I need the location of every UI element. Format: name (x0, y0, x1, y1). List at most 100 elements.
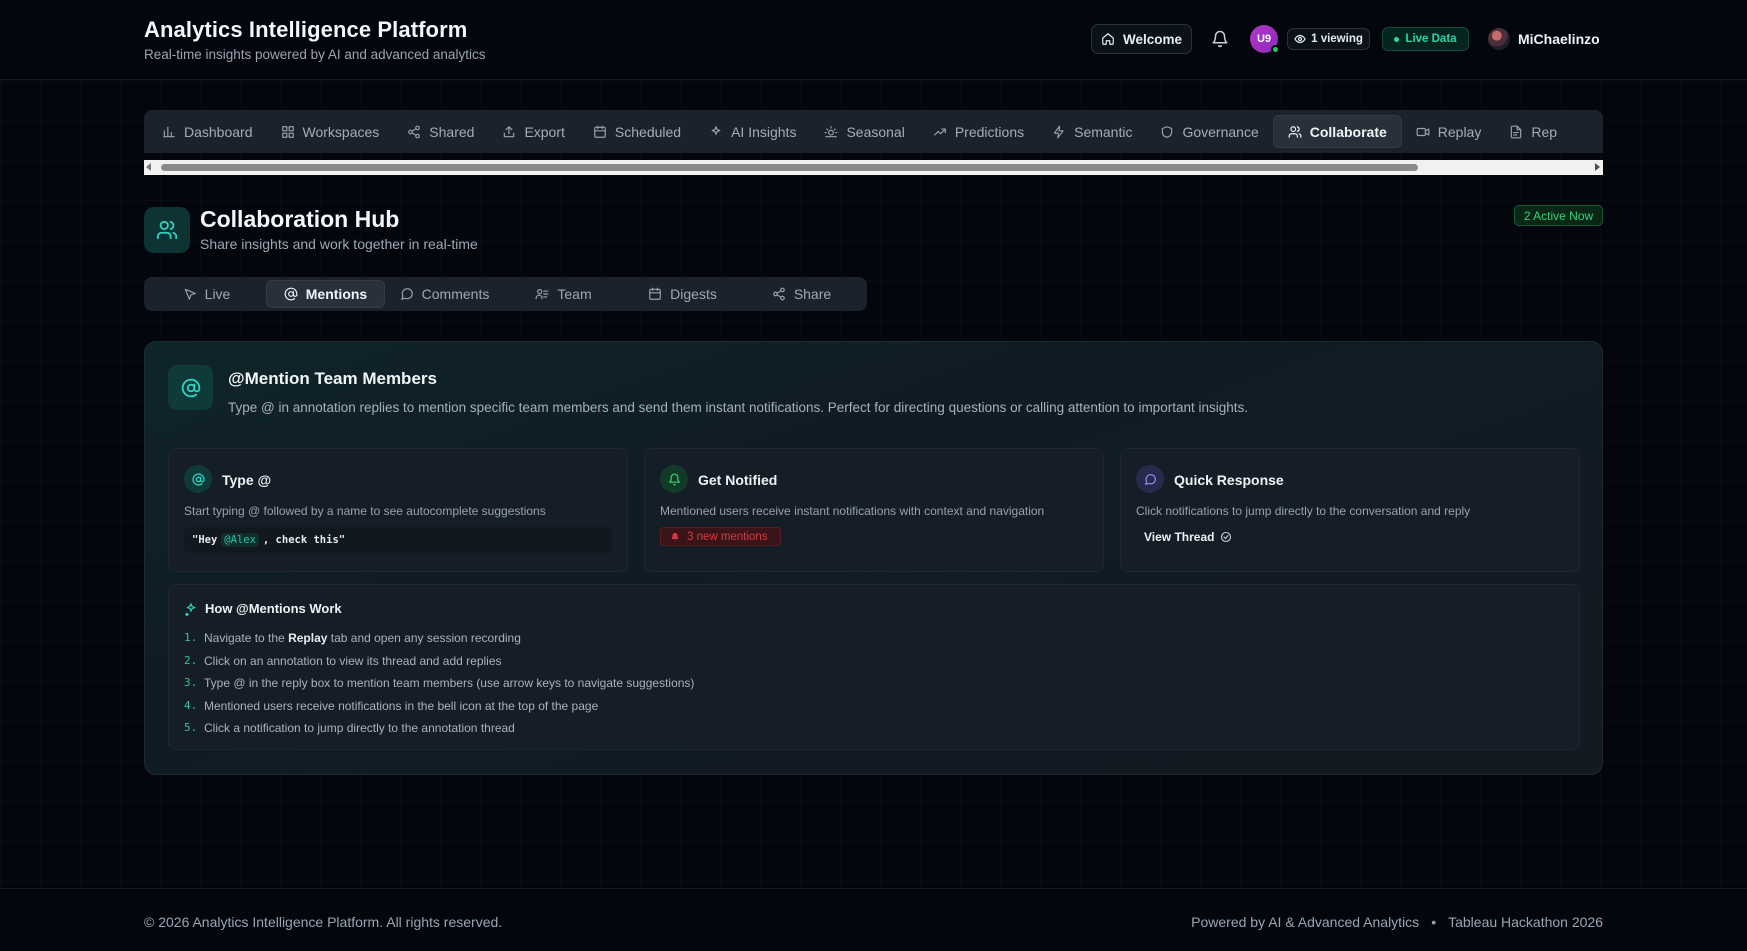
live-dot-icon (1394, 36, 1400, 42)
scroll-right-arrow-icon[interactable] (1595, 163, 1600, 171)
card-description: Mentioned users receive instant notifica… (660, 504, 1045, 518)
tab-semantic[interactable]: Semantic (1038, 115, 1146, 148)
tab-label: Replay (1437, 123, 1482, 140)
avatar[interactable]: U9 (1250, 25, 1280, 54)
nav-horizontal-scrollbar[interactable] (144, 160, 1603, 175)
code-text: , check this" (262, 534, 346, 546)
step-text: Type @ in the reply box to mention team … (204, 676, 694, 690)
notifications-bell-icon[interactable] (1211, 30, 1229, 48)
tab-workspaces[interactable]: Workspaces (267, 115, 394, 148)
tab-label: Governance (1182, 123, 1259, 140)
event-name: Tableau Hackathon 2026 (1448, 914, 1603, 930)
tab-label: Dashboard (184, 123, 253, 140)
badge-label: 3 new mentions (687, 530, 768, 543)
at-icon (168, 365, 213, 410)
subtab-mentions[interactable]: Mentions (266, 280, 385, 308)
tab-label: Predictions (954, 123, 1025, 140)
card-title: Type @ (222, 472, 272, 488)
step-text: Click a notification to jump directly to… (204, 721, 515, 735)
users-icon (144, 207, 190, 253)
tab-seasonal[interactable]: Seasonal (810, 115, 918, 148)
welcome-label: Welcome (1122, 31, 1183, 47)
shield-icon (1160, 125, 1174, 139)
tab-replay[interactable]: Replay (1402, 115, 1496, 148)
main-nav: Dashboard Workspaces Shared Export Scheduled… (144, 110, 1603, 153)
tab-collaborate[interactable]: Collaborate (1272, 115, 1402, 148)
code-text: "Hey (192, 534, 218, 546)
check-circle-icon (1220, 531, 1232, 543)
tab-scheduled[interactable]: Scheduled (579, 115, 695, 148)
list-item: 4. Mentioned users receive notifications … (184, 699, 694, 722)
share-icon (772, 287, 786, 301)
step-number: 4. (184, 698, 198, 712)
scrollbar-thumb[interactable] (161, 164, 1418, 171)
user-avatar[interactable] (1488, 28, 1510, 50)
code-example: "Hey @Alex , check this" (184, 527, 612, 553)
card-title: Quick Response (1174, 472, 1284, 488)
app-title: Analytics Intelligence Platform (144, 17, 468, 42)
step-text-part: Type @ in the reply box to mention team … (204, 676, 695, 690)
feature-card-response: Quick Response Click notifications to ju… (1120, 448, 1580, 572)
card-description: Click notifications to jump directly to … (1136, 504, 1471, 518)
list-item: 3. Type @ in the reply box to mention tea… (184, 676, 694, 699)
bell-icon (670, 532, 680, 542)
video-icon (1416, 125, 1430, 139)
cursor-icon (183, 287, 197, 301)
app-subtitle: Real-time insights powered by AI and adv… (144, 47, 486, 62)
tab-label: Seasonal (846, 123, 905, 140)
tab-label: Shared (429, 123, 475, 140)
tab-export[interactable]: Export (488, 115, 578, 148)
scroll-left-arrow-icon[interactable] (146, 163, 151, 171)
step-text-part: Click on an annotation to view its threa… (204, 653, 502, 668)
subtab-share[interactable]: Share (742, 280, 861, 308)
tab-ai-insights[interactable]: AI Insights (695, 115, 810, 148)
step-emphasis: Replay (288, 631, 328, 645)
tab-shared[interactable]: Shared (393, 115, 488, 148)
tab-label: Collaborate (1309, 123, 1387, 140)
separator: • (1431, 914, 1437, 930)
new-mentions-badge: 3 new mentions (660, 527, 781, 546)
step-number: 3. (184, 676, 198, 689)
feature-card-notified: Get Notified Mentioned users receive ins… (644, 448, 1104, 572)
step-text-part: tab and open any session recording (327, 631, 521, 645)
collaboration-subtabs: Live Mentions Comments Team Digests Share (144, 277, 867, 311)
tab-label: Semantic (1074, 123, 1133, 140)
subtab-comments[interactable]: Comments (385, 280, 504, 308)
team-icon (535, 287, 549, 301)
tab-rep[interactable]: Rep (1495, 115, 1571, 148)
tab-label: Rep (1531, 123, 1558, 140)
tab-label: Workspaces (302, 123, 380, 140)
viewing-label: 1 viewing (1311, 33, 1363, 45)
view-thread-label: View Thread (1144, 530, 1215, 544)
panel-description: Type @ in annotation replies to mention … (228, 400, 1248, 415)
subtab-team[interactable]: Team (504, 280, 623, 308)
how-steps-list: 1. Navigate to the Replay tab and open an… (184, 631, 694, 744)
welcome-button[interactable]: Welcome (1091, 24, 1192, 54)
at-icon (284, 287, 298, 301)
bell-icon (660, 465, 688, 493)
mention-highlight: @Alex (221, 533, 259, 547)
step-text: Mentioned users receive notifications in… (204, 699, 598, 713)
live-data-label: Live Data (1405, 33, 1457, 45)
tab-predictions[interactable]: Predictions (919, 115, 1038, 148)
list-item: 1. Navigate to the Replay tab and open an… (184, 631, 694, 654)
subtab-digests[interactable]: Digests (623, 280, 742, 308)
sparkle-icon (709, 125, 723, 139)
footer-credits: Powered by AI & Advanced Analytics • Tab… (1191, 914, 1603, 930)
mentions-panel: @Mention Team Members Type @ in annotati… (144, 341, 1603, 775)
copyright: © 2026 Analytics Intelligence Platform. … (144, 914, 503, 930)
lightning-icon (1052, 125, 1066, 139)
document-icon (1509, 125, 1523, 139)
step-number: 2. (184, 653, 198, 667)
subtab-label: Share (793, 286, 832, 302)
tab-dashboard[interactable]: Dashboard (148, 115, 267, 148)
tab-governance[interactable]: Governance (1146, 115, 1272, 148)
tab-label: Export (524, 123, 565, 140)
step-number: 5. (184, 721, 198, 734)
tab-label: Scheduled (614, 123, 682, 140)
online-status-dot (1271, 45, 1280, 54)
view-thread-link[interactable]: View Thread (1144, 530, 1232, 544)
subtab-live[interactable]: Live (147, 280, 266, 308)
user-name[interactable]: MiChaelinzo (1518, 31, 1600, 47)
at-icon (184, 465, 212, 493)
